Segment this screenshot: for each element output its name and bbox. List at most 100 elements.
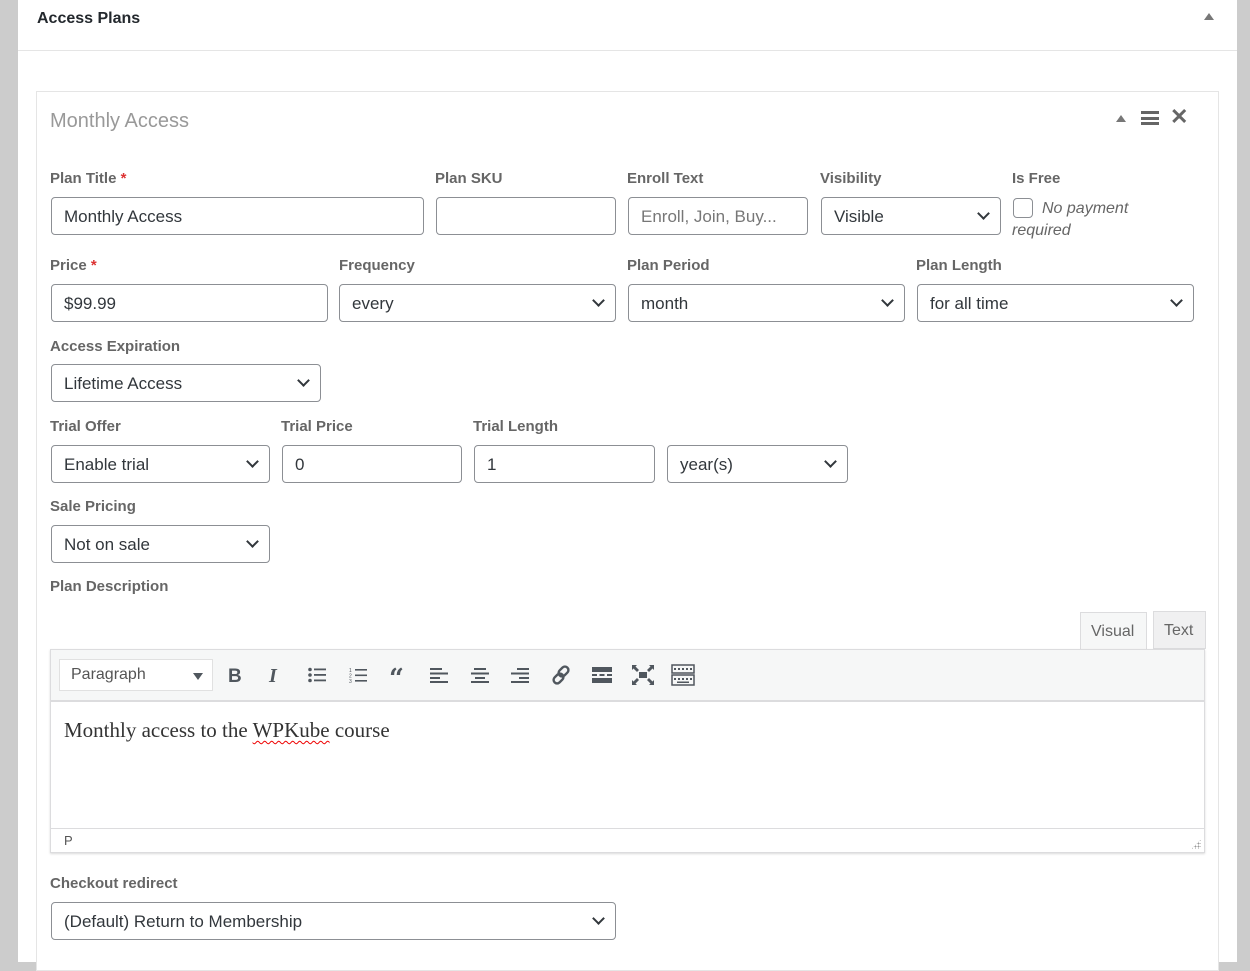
fullscreen-button[interactable] bbox=[631, 663, 655, 687]
align-left-icon bbox=[430, 668, 448, 683]
access-plan-monthly: Monthly Access ✕ Plan Title * Monthly Ac… bbox=[36, 91, 1219, 971]
align-right-button[interactable] bbox=[508, 663, 532, 687]
frequency-select[interactable]: every bbox=[339, 284, 616, 322]
enroll-text-input[interactable]: Enroll, Join, Buy... bbox=[628, 197, 808, 235]
chevron-down-icon bbox=[246, 535, 259, 548]
align-center-icon bbox=[471, 668, 489, 683]
plan-description-editor: Paragraph B I 1 2 3 “ Monthly access to … bbox=[50, 649, 1205, 853]
sale-pricing-label: Sale Pricing bbox=[50, 498, 136, 515]
numbered-list-icon: 1 2 3 bbox=[349, 668, 367, 683]
is-free-checkbox[interactable] bbox=[1013, 198, 1033, 218]
required-asterisk: * bbox=[90, 257, 97, 274]
access-expiration-value: Lifetime Access bbox=[64, 374, 183, 393]
align-right-icon bbox=[511, 668, 529, 683]
italic-button[interactable]: I bbox=[263, 663, 287, 687]
checkout-redirect-label: Checkout redirect bbox=[50, 875, 178, 892]
trial-offer-label: Trial Offer bbox=[50, 418, 121, 435]
caret-down-icon bbox=[193, 673, 203, 680]
checkout-redirect-select[interactable]: (Default) Return to Membership bbox=[51, 902, 616, 940]
italic-icon: I bbox=[268, 666, 278, 684]
plan-title-input[interactable]: Monthly Access bbox=[51, 197, 424, 235]
svg-text:I: I bbox=[268, 666, 278, 684]
trial-length-input[interactable]: 1 bbox=[474, 445, 655, 483]
chevron-down-icon bbox=[824, 455, 837, 468]
plan-title-label: Plan Title * bbox=[50, 170, 126, 187]
blockquote-icon: “ bbox=[389, 667, 404, 683]
plan-length-value: for all time bbox=[930, 294, 1009, 313]
bold-button[interactable]: B bbox=[223, 663, 247, 687]
access-plans-metabox: Access Plans Monthly Access ✕ Plan Title… bbox=[18, 0, 1237, 971]
plan-sku-label: Plan SKU bbox=[435, 170, 503, 187]
access-expiration-label: Access Expiration bbox=[50, 338, 181, 355]
bulleted-list-icon bbox=[308, 667, 326, 683]
element-path[interactable]: P bbox=[64, 833, 73, 848]
trial-length-unit-select[interactable]: year(s) bbox=[667, 445, 848, 483]
enroll-text-label: Enroll Text bbox=[627, 170, 704, 187]
trial-price-label: Trial Price bbox=[281, 418, 353, 435]
chevron-down-icon bbox=[881, 294, 894, 307]
svg-text:“: “ bbox=[389, 667, 404, 683]
trial-length-label: Trial Length bbox=[473, 418, 559, 435]
trial-length-unit-value: year(s) bbox=[680, 455, 733, 474]
keyboard-icon bbox=[671, 664, 695, 686]
is-free-text-line2: required bbox=[1012, 222, 1071, 239]
menu-icon[interactable] bbox=[1141, 111, 1159, 125]
plan-description-label: Plan Description bbox=[50, 578, 169, 595]
visibility-label: Visibility bbox=[820, 170, 882, 187]
close-icon[interactable]: ✕ bbox=[1170, 106, 1188, 128]
plan-period-value: month bbox=[641, 294, 689, 313]
chevron-down-icon bbox=[1170, 294, 1183, 307]
tab-visual[interactable]: Visual bbox=[1080, 612, 1147, 650]
price-input[interactable]: $99.99 bbox=[51, 284, 328, 322]
editor-paragraph: Monthly access to the WPKube course bbox=[64, 718, 390, 743]
label-text: Plan Title bbox=[50, 170, 117, 187]
bold-icon: B bbox=[228, 666, 242, 684]
sale-pricing-select[interactable]: Not on sale bbox=[51, 525, 270, 563]
plan-sku-input[interactable] bbox=[436, 197, 616, 235]
plan-header-title: Monthly Access bbox=[50, 110, 189, 132]
trial-offer-select[interactable]: Enable trial bbox=[51, 445, 270, 483]
frequency-value: every bbox=[352, 294, 394, 313]
plan-period-label: Plan Period bbox=[627, 257, 710, 274]
triangle-up-icon[interactable] bbox=[1116, 115, 1126, 122]
format-select[interactable]: Paragraph bbox=[59, 659, 213, 691]
align-left-button[interactable] bbox=[427, 663, 451, 687]
align-center-button[interactable] bbox=[468, 663, 492, 687]
sale-pricing-value: Not on sale bbox=[64, 535, 150, 554]
label-text: Price bbox=[50, 257, 87, 274]
trial-price-input[interactable]: 0 bbox=[282, 445, 462, 483]
link-button[interactable] bbox=[549, 663, 573, 687]
plan-period-select[interactable]: month bbox=[628, 284, 905, 322]
tab-text[interactable]: Text bbox=[1153, 611, 1206, 649]
required-asterisk: * bbox=[120, 170, 127, 187]
price-label: Price * bbox=[50, 257, 97, 274]
access-expiration-select[interactable]: Lifetime Access bbox=[51, 364, 321, 402]
is-free-text-line1: No payment bbox=[1042, 200, 1129, 217]
metabox-header[interactable]: Access Plans bbox=[18, 0, 1237, 51]
editor-content-area[interactable]: Monthly access to the WPKube course bbox=[51, 702, 1204, 828]
is-free-label: Is Free bbox=[1012, 170, 1061, 187]
content-text: Monthly access to the bbox=[64, 718, 253, 742]
triangle-up-icon[interactable] bbox=[1204, 13, 1214, 20]
chevron-down-icon bbox=[592, 294, 605, 307]
checkout-redirect-value: (Default) Return to Membership bbox=[64, 912, 303, 931]
toolbar-toggle-button[interactable] bbox=[671, 663, 695, 687]
blockquote-button[interactable]: “ bbox=[387, 663, 411, 687]
plan-length-select[interactable]: for all time bbox=[917, 284, 1194, 322]
svg-text:3: 3 bbox=[349, 679, 352, 683]
misspelled-word[interactable]: WPKube bbox=[253, 718, 330, 742]
fullscreen-icon bbox=[632, 665, 654, 685]
numbered-list-button[interactable]: 1 2 3 bbox=[346, 663, 370, 687]
svg-text:B: B bbox=[228, 666, 242, 684]
format-value: Paragraph bbox=[71, 666, 146, 683]
visibility-select[interactable]: Visible bbox=[821, 197, 1001, 235]
chevron-down-icon bbox=[246, 455, 259, 468]
bulleted-list-button[interactable] bbox=[305, 663, 329, 687]
chevron-down-icon bbox=[592, 912, 605, 925]
chevron-down-icon bbox=[297, 374, 310, 387]
read-more-button[interactable] bbox=[590, 663, 614, 687]
trial-offer-value: Enable trial bbox=[64, 455, 150, 474]
resize-handle-icon[interactable] bbox=[1191, 839, 1201, 849]
frequency-label: Frequency bbox=[339, 257, 415, 274]
content-text: course bbox=[329, 718, 390, 742]
